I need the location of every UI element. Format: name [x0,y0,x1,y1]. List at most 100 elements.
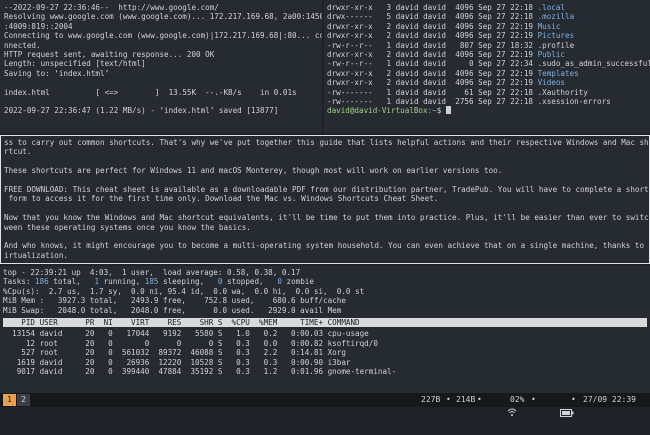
article-text: ss to carry out common shortcuts. That's… [4,138,650,260]
top-mem-line: MiB Mem : 3927.3 total, 2493.9 free, 752… [3,296,346,306]
process-row: 527 root 20 0 561032 89372 46088 S 0.3 2… [3,348,346,358]
entry-perm: drwxr-xr-x [327,21,373,31]
entry-size: 4096 [455,31,474,41]
tasks-text: stopped, [222,277,278,287]
terminal-pane-article[interactable]: ss to carry out common shortcuts. That's… [0,135,650,264]
article-line [4,157,646,166]
entry-links: 2 [386,21,392,31]
terminal-line: nnected. [4,40,41,50]
entry-name: .profile [537,40,575,50]
entry-date: Sep 27 22:19 [478,68,533,78]
directory-entry: -rw------- 1 david david 2756 Sep 27 22:… [327,97,647,106]
entry-perm: drwxr-xr-x [327,78,373,88]
entry-user: david [395,49,419,59]
entry-name: .Xauthority [537,87,588,97]
process-table-header: PID USER PR NI VIRT RES SHR S %CPU %MEM … [3,317,647,328]
directory-entry: drwxr-xr-x 2 david david 4096 Sep 27 22:… [327,31,647,40]
entry-name: Videos [537,78,566,88]
directory-entry: -rw------- 1 david david 61 Sep 27 22:18… [327,88,647,97]
tasks-sleeping: 185 [144,277,159,287]
workspace-button-1[interactable]: 1 [3,394,16,406]
entry-user: david [395,59,419,69]
shell-prompt[interactable]: david@david-VirtualBox:~$ [327,106,647,115]
separator-bullet: • [477,395,482,404]
directory-entry: drwxr-xr-x 3 david david 4096 Sep 27 22:… [327,3,647,12]
terminal-pane-top[interactable]: top - 22:39:21 up 4:03, 1 user, load ave… [0,266,650,393]
entry-size: 61 [464,87,474,97]
entry-date: Sep 27 22:18 [478,87,533,97]
entry-links: 2 [386,78,392,88]
disk-usage-2: 214B [456,395,476,404]
entry-perm: drwxr-xr-x [327,49,373,59]
entry-perm: drwxr-xr-x [327,68,373,78]
entry-links: 1 [386,96,392,106]
directory-listing: drwxr-xr-x 3 david david 4096 Sep 27 22:… [327,3,650,106]
entry-name: .mozilla [537,12,575,22]
entry-links: 1 [386,40,392,50]
entry-date: Sep 27 22:18 [478,3,533,12]
terminal-line: Resolving www.google.com (www.google.com… [4,12,322,22]
tasks-text: running, [99,277,145,287]
entry-date: Sep 27 22:18 [478,12,533,22]
top-swap-line: MiB Swap: 2048.0 total, 2048.0 free, 0.0… [3,305,342,315]
terminal-line: :4009:819::2004 [4,21,73,31]
prompt-symbol: $ [436,106,442,116]
entry-user: david [395,40,419,50]
directory-entry: -rw-r--r-- 1 david david 0 Sep 27 22:34 … [327,59,650,69]
entry-group: david [423,21,446,31]
terminal-line: index.html [ <=> ] 13.55K --.-KB/s in 0.… [4,87,297,97]
entry-links: 1 [386,87,392,97]
clock: 27/09 22:39 [583,395,636,404]
battery-icon [541,393,574,435]
entry-user: david [395,68,419,78]
top-uptime-line: top - 22:39:21 up 4:03, 1 user, load ave… [3,268,301,277]
entry-date: Sep 27 22:19 [478,78,533,88]
prompt-path: :~ [427,106,437,116]
terminal-pane-wget[interactable]: --2022-09-27 22:36:46-- http://www.googl… [0,0,322,133]
entry-links: 2 [386,68,392,78]
entry-size: 4096 [455,3,474,12]
entry-group: david [423,40,446,50]
entry-group: david [423,12,446,22]
process-row: 12 root 20 0 0 0 0 S 0.3 0.0 0:00.82 kso… [3,338,378,348]
terminal-line: --2022-09-27 22:36:46-- http://www.googl… [4,3,219,12]
terminal-line: HTTP request sent, awaiting response... … [4,49,215,59]
directory-entry: -rw-r--r-- 1 david david 807 Sep 27 18:3… [327,41,647,50]
entry-group: david [423,59,446,69]
article-line: ss to carry out common shortcuts. That's… [4,138,650,147]
entry-size: 4096 [455,21,474,31]
directory-entry: drwxr-xr-x 2 david david 4096 Sep 27 22:… [327,50,647,59]
entry-name: Templates [537,68,579,78]
cpu-usage: 02% [510,395,525,404]
entry-date: Sep 27 22:19 [478,31,533,41]
article-line [4,232,646,241]
article-line: Now that you know the Windows and Mac sh… [4,213,650,223]
entry-size: 4096 [455,49,474,59]
article-line: rtcut. [4,147,32,157]
tasks-text: sleeping, [158,277,218,287]
entry-size: 2756 [455,96,474,106]
entry-user: david [395,21,419,31]
entry-name: .xsession-errors [537,96,611,106]
entry-links: 3 [386,3,392,12]
process-row: 9017 david 20 0 399440 47884 35192 S 0.3… [3,366,397,376]
entry-size: 0 [468,59,474,69]
entry-date: Sep 27 18:32 [478,40,533,50]
process-table: 13154 david 20 0 17044 9192 5580 S 1.0 0… [3,329,647,376]
prompt-user: david@david-VirtualBox [327,106,428,116]
entry-perm: drwx------ [327,12,373,22]
tasks-label: Tasks: [3,277,36,287]
tasks-text: total, [48,277,95,287]
entry-group: david [423,68,446,78]
entry-user: david [395,31,419,41]
terminal-line: 2022-09-27 22:36:47 (1.22 MB/s) - ‘index… [4,106,279,116]
directory-entry: drwxr-xr-x 2 david david 4096 Sep 27 22:… [327,69,647,78]
workspace-button-2[interactable]: 2 [17,394,30,406]
entry-date: Sep 27 22:34 [478,59,533,69]
tasks-total: 186 [35,277,49,287]
terminal-line: Saving to: ‘index.html’ [4,68,110,78]
terminal-pane-ls[interactable]: drwxr-xr-x 3 david david 4096 Sep 27 22:… [324,0,650,133]
directory-entry: drwxr-xr-x 2 david david 4096 Sep 27 22:… [327,22,647,31]
entry-links: 1 [386,59,392,69]
